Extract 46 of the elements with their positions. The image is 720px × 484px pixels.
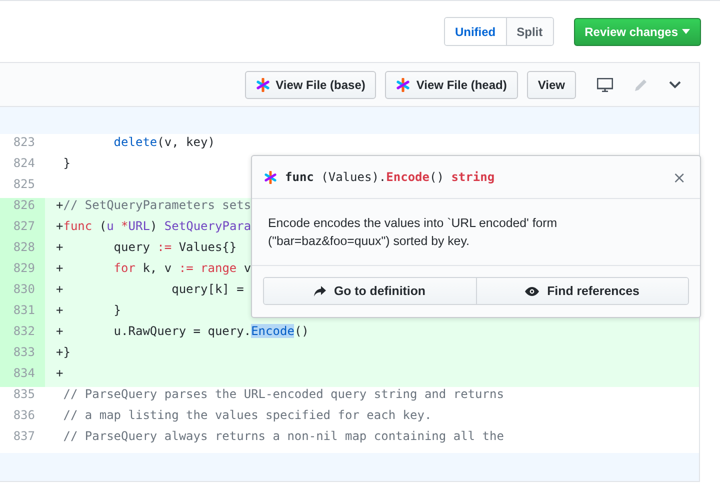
- asterisk-logo-icon: [264, 170, 277, 184]
- code-line: // ParseQuery always returns a non-nil map containing all the: [62, 429, 504, 443]
- line-number: 824: [12, 156, 36, 172]
- line-number: 833: [0, 345, 45, 366]
- line-number: 823: [12, 135, 36, 151]
- code-line: + query := Values{}: [56, 240, 237, 254]
- code-line: + for k, v := range v: [56, 261, 252, 275]
- chevron-down-icon[interactable]: [669, 80, 681, 88]
- close-button[interactable]: ×: [670, 168, 688, 186]
- description-text: Encode encodes the values into `URL encoded' form ("bar=baz&foo=quux") sorted by key.: [268, 215, 558, 250]
- line-number: 826: [0, 198, 45, 219]
- header-button[interactable]: View: [526, 70, 576, 98]
- line-number: 829: [0, 261, 45, 282]
- eye-icon: [525, 286, 540, 296]
- code-line: + }: [56, 303, 122, 317]
- caret-icon: [682, 29, 690, 34]
- code-line: +// SetQueryParameters sets: [56, 198, 252, 212]
- line-number: 831: [0, 303, 45, 324]
- share-arrow-icon: [314, 286, 326, 296]
- asterisk-logo-icon: [256, 78, 270, 92]
- action-button[interactable]: Find references: [476, 278, 688, 304]
- function-signature: func (Values).Encode() string: [285, 170, 496, 184]
- line-number: 837: [12, 429, 36, 445]
- asterisk-logo-icon: [396, 78, 410, 92]
- header-button[interactable]: View File (head): [385, 70, 518, 98]
- code-line: + u.RawQuery = query.Encode(): [56, 324, 309, 338]
- monitor-icon[interactable]: [597, 78, 613, 92]
- code-line: +: [56, 366, 64, 380]
- line-number: 830: [0, 282, 45, 303]
- code-line: + query[k] =: [56, 282, 244, 296]
- line-number: 827: [0, 219, 45, 240]
- code-line: // a map listing the values specified for each key.: [62, 408, 432, 422]
- action-button[interactable]: Go to definition: [264, 278, 476, 304]
- code-line: +}: [56, 345, 70, 359]
- line-number: 836: [12, 408, 36, 424]
- header-button[interactable]: View File (base): [244, 70, 376, 98]
- line-number: 828: [0, 240, 45, 261]
- line-number: 832: [0, 324, 45, 345]
- code-line: +func (u *URL) SetQueryPara: [56, 219, 252, 233]
- line-number: 835: [12, 387, 36, 403]
- line-number: 825: [12, 177, 36, 193]
- view-toggle-tab[interactable]: Split: [506, 18, 553, 45]
- code-line: delete(v, key): [112, 135, 215, 149]
- line-number: 834: [0, 366, 45, 387]
- code-line: }: [62, 156, 70, 170]
- code-line: // ParseQuery parses the URL-encoded query string and returns: [62, 387, 504, 401]
